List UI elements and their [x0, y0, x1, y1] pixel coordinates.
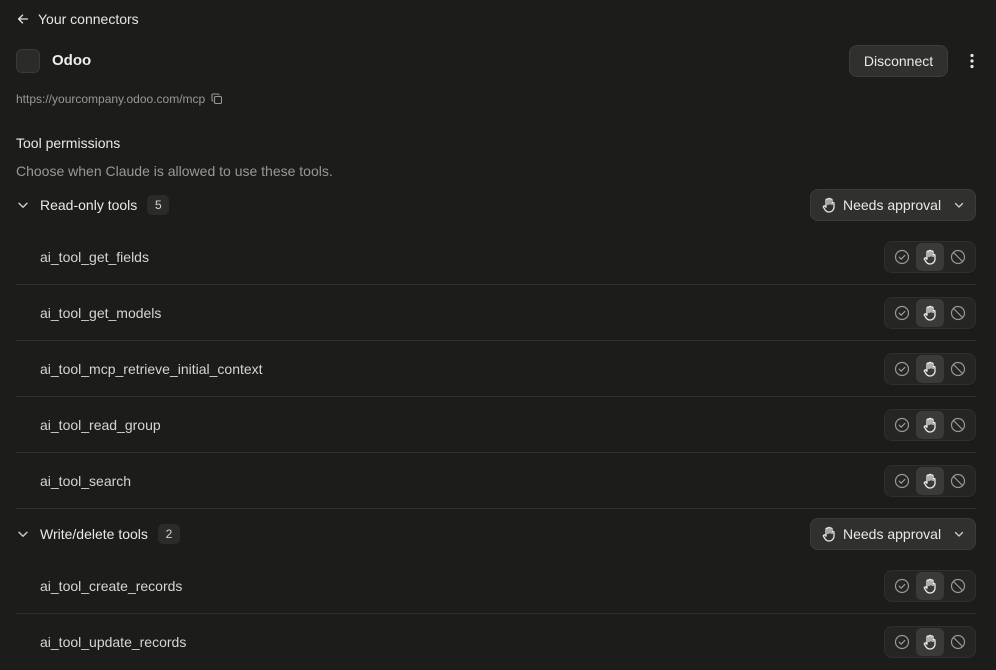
hand-icon [923, 305, 936, 321]
tool-permission-selector [884, 297, 976, 329]
hand-icon [822, 526, 835, 542]
tool-group-label: Read-only tools [40, 197, 138, 213]
block-icon [950, 305, 966, 321]
back-label: Your connectors [38, 11, 139, 27]
tool-permission-selector [884, 409, 976, 441]
tool-row: ai_tool_update_records [16, 614, 976, 670]
check-circle-icon [894, 361, 910, 377]
more-options-button[interactable] [964, 51, 980, 71]
always-allow-option[interactable] [888, 628, 916, 656]
hand-icon [923, 634, 936, 650]
hand-icon [923, 473, 936, 489]
tool-row: ai_tool_get_models [16, 285, 976, 341]
connector-url: https://yourcompany.odoo.com/mcp [16, 92, 206, 106]
block-icon [950, 578, 966, 594]
always-allow-option[interactable] [888, 243, 916, 271]
check-circle-icon [894, 578, 910, 594]
tool-permission-selector [884, 241, 976, 273]
needs-approval-option[interactable] [916, 355, 944, 383]
chevron-down-icon [954, 202, 964, 208]
vertical-dots-icon [970, 53, 974, 69]
tool-row: ai_tool_search [16, 453, 976, 509]
needs-approval-option[interactable] [916, 467, 944, 495]
never-allow-option[interactable] [944, 467, 972, 495]
tool-row: ai_tool_read_group [16, 397, 976, 453]
always-allow-option[interactable] [888, 467, 916, 495]
check-circle-icon [894, 417, 910, 433]
needs-approval-option[interactable] [916, 628, 944, 656]
tool-permission-selector [884, 626, 976, 658]
never-allow-option[interactable] [944, 572, 972, 600]
always-allow-option[interactable] [888, 299, 916, 327]
chevron-down-icon [954, 531, 964, 537]
tool-permission-selector [884, 465, 976, 497]
block-icon [950, 249, 966, 265]
tool-name: ai_tool_update_records [40, 634, 187, 650]
check-circle-icon [894, 249, 910, 265]
never-allow-option[interactable] [944, 243, 972, 271]
never-allow-option[interactable] [944, 355, 972, 383]
chevron-down-icon [18, 531, 28, 537]
tool-row: ai_tool_create_records [16, 558, 976, 614]
check-circle-icon [894, 473, 910, 489]
always-allow-option[interactable] [888, 355, 916, 383]
connector-logo [16, 49, 40, 73]
always-allow-option[interactable] [888, 572, 916, 600]
group-policy-label: Needs approval [843, 526, 942, 542]
tool-permissions-title: Tool permissions [16, 135, 121, 151]
tool-name: ai_tool_get_models [40, 304, 162, 321]
needs-approval-option[interactable] [916, 299, 944, 327]
tool-row: ai_tool_mcp_retrieve_initial_context [16, 341, 976, 397]
tool-name: ai_tool_mcp_retrieve_initial_context [40, 360, 263, 377]
group-policy-label: Needs approval [843, 197, 942, 213]
hand-icon [923, 417, 936, 433]
tool-count-badge: 2 [157, 524, 180, 544]
tool-name: ai_tool_create_records [40, 577, 183, 594]
group-policy-dropdown[interactable]: Needs approval [810, 518, 976, 550]
tool-name: ai_tool_get_fields [40, 248, 149, 265]
tool-permissions-subtitle: Choose when Claude is allowed to use the… [16, 163, 333, 179]
never-allow-option[interactable] [944, 628, 972, 656]
check-circle-icon [894, 634, 910, 650]
group-policy-dropdown[interactable]: Needs approval [810, 189, 976, 221]
tool-group-header[interactable]: Read-only tools 5 Needs approval [16, 189, 976, 221]
hand-icon [822, 197, 835, 213]
hand-icon [923, 249, 936, 265]
tool-row: ai_tool_get_fields [16, 229, 976, 285]
tool-permission-selector [884, 353, 976, 385]
back-to-connectors-link[interactable]: Your connectors [16, 10, 139, 28]
tool-group-header[interactable]: Write/delete tools 2 Needs approval [16, 518, 976, 550]
tool-name: ai_tool_search [40, 472, 132, 489]
connector-name: Odoo [52, 52, 92, 69]
hand-icon [923, 578, 936, 594]
never-allow-option[interactable] [944, 411, 972, 439]
block-icon [950, 361, 966, 377]
tool-permission-selector [884, 570, 976, 602]
tool-group-label: Write/delete tools [40, 526, 148, 542]
disconnect-button[interactable]: Disconnect [849, 45, 948, 77]
needs-approval-option[interactable] [916, 411, 944, 439]
never-allow-option[interactable] [944, 299, 972, 327]
hand-icon [923, 361, 936, 377]
chevron-down-icon [18, 202, 28, 208]
block-icon [950, 634, 966, 650]
tool-count-badge: 5 [147, 195, 170, 215]
arrow-left-icon [17, 14, 29, 24]
always-allow-option[interactable] [888, 411, 916, 439]
tool-name: ai_tool_read_group [40, 416, 161, 433]
connector-url-row: https://yourcompany.odoo.com/mcp [16, 92, 223, 106]
block-icon [950, 417, 966, 433]
copy-icon[interactable] [211, 93, 223, 105]
needs-approval-option[interactable] [916, 572, 944, 600]
block-icon [950, 473, 966, 489]
check-circle-icon [894, 305, 910, 321]
needs-approval-option[interactable] [916, 243, 944, 271]
